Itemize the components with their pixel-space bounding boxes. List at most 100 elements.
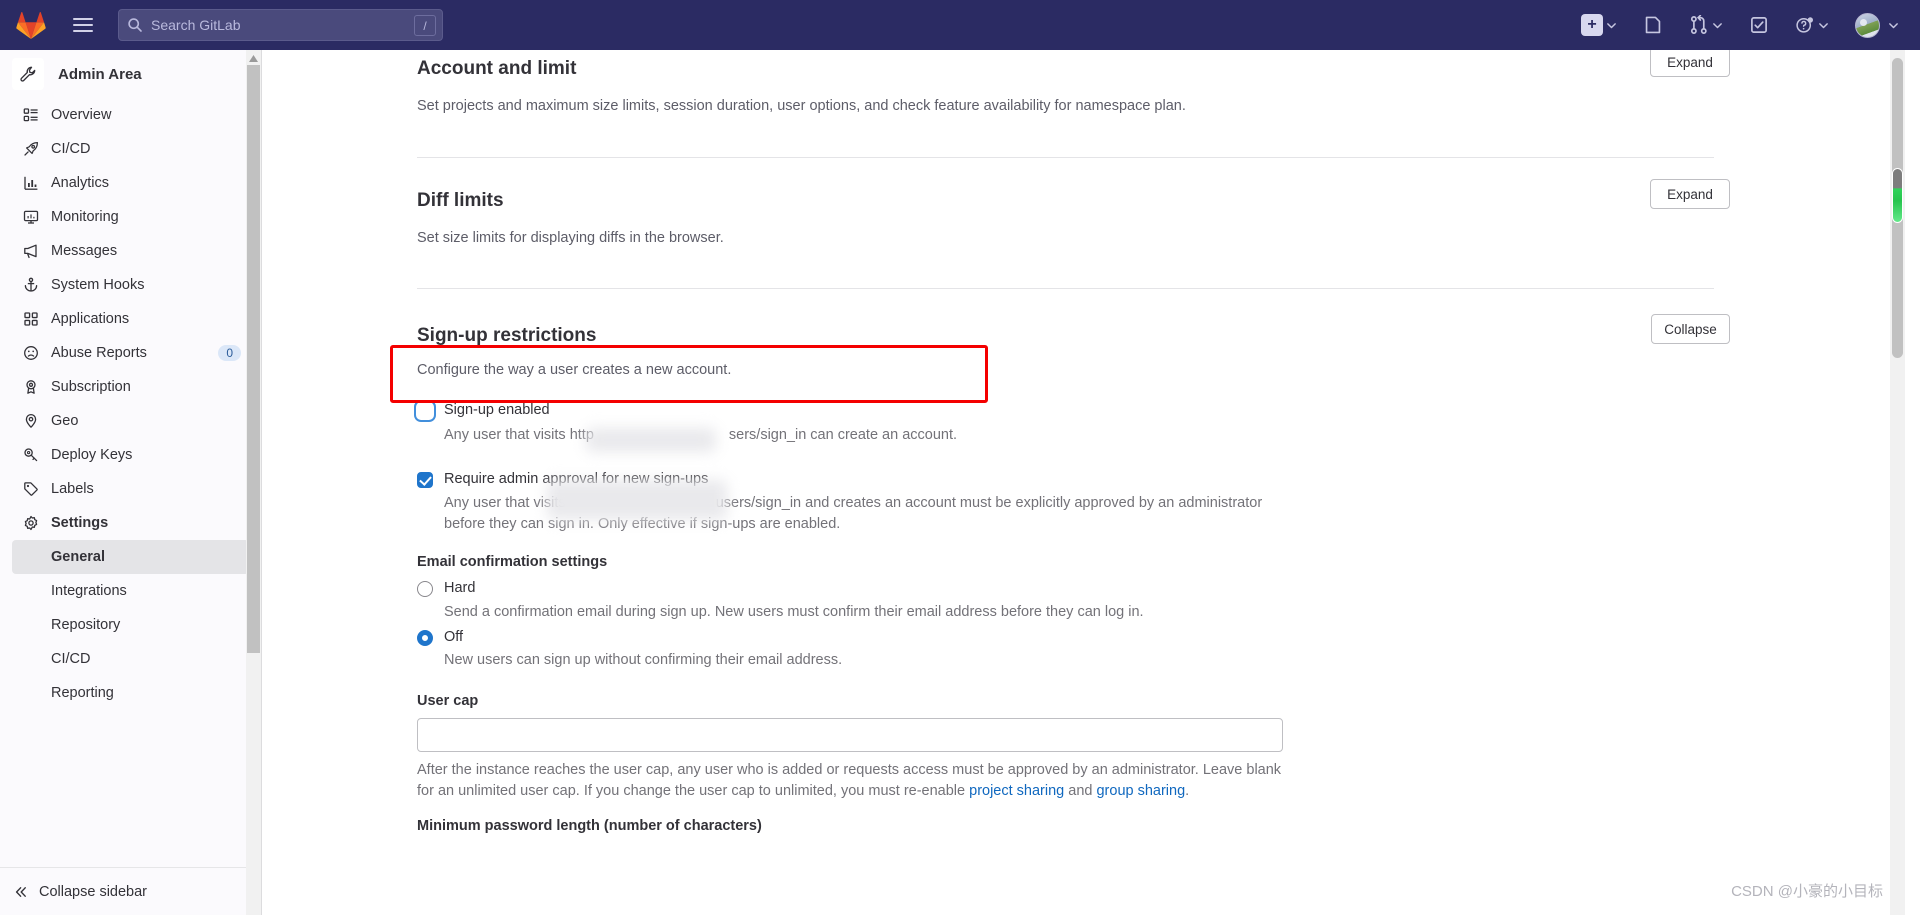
sidebar-item-overview[interactable]: Overview (12, 98, 249, 132)
sidebar-item-label: Overview (51, 107, 112, 123)
question-circle-icon (1796, 17, 1813, 33)
sidebar-item-system-hooks[interactable]: System Hooks (12, 268, 249, 302)
expand-button-diff-limits[interactable]: Expand (1650, 179, 1730, 209)
gitlab-logo[interactable] (0, 11, 62, 39)
admin-approval-checkbox[interactable] (417, 471, 433, 488)
issues-button[interactable] (1638, 8, 1668, 42)
email-confirmation-hard-label: Hard (444, 580, 476, 597)
sidebar-item-label: Applications (51, 311, 130, 327)
project-sharing-link[interactable]: project sharing (969, 783, 1064, 799)
sidebar-subitem-label: Reporting (51, 685, 114, 701)
sidebar-item-deploy-keys[interactable]: Deploy Keys (12, 438, 249, 472)
sidebar-item-label: Geo (51, 413, 79, 429)
sidebar-subitem-label: General (51, 549, 105, 565)
sidebar-item-label: Deploy Keys (51, 447, 133, 463)
min-password-length-label: Minimum password length (number of chara… (417, 818, 762, 835)
help-button[interactable] (1790, 8, 1834, 42)
admin-approval-help: Any user that visits users/sign_in and cr… (444, 493, 1262, 514)
admin-approval-row[interactable]: Require admin approval for new sign-ups … (417, 470, 1869, 536)
main-menu-toggle[interactable] (62, 0, 104, 50)
section-description: Set projects and maximum size limits, se… (417, 98, 1186, 114)
email-confirmation-radio-off[interactable] (417, 629, 433, 646)
sidebar-item-abuse-reports[interactable]: Abuse Reports 0 (12, 336, 249, 370)
collapse-sidebar-label: Collapse sidebar (39, 883, 148, 900)
main-scrollbar-track[interactable] (1890, 50, 1905, 915)
email-confirmation-radio-hard[interactable] (417, 581, 433, 598)
sidebar-item-label: Abuse Reports (51, 345, 147, 361)
sidebar-subitem-general[interactable]: General (12, 540, 249, 574)
sidebar-header[interactable]: Admin Area (0, 50, 261, 98)
sidebar-scrollbar-thumb[interactable] (247, 65, 260, 653)
sidebar-item-analytics[interactable]: Analytics (12, 166, 249, 200)
group-sharing-link[interactable]: group sharing (1096, 783, 1185, 799)
chart-icon (23, 175, 39, 191)
sidebar-items: Overview CI/CD Analytics Monitoring Mess… (0, 98, 261, 710)
sidebar-item-cicd[interactable]: CI/CD (12, 132, 249, 166)
sidebar-item-label: Analytics (51, 175, 110, 191)
search-input[interactable]: Search GitLab / (118, 9, 443, 41)
sidebar-item-label: Labels (51, 481, 94, 497)
user-cap-help-line2-b: and (1064, 783, 1097, 800)
user-menu-button[interactable] (1850, 8, 1904, 42)
frown-icon (23, 345, 39, 361)
email-confirmation-off-label: Off (444, 628, 464, 645)
sidebar-subitem-reporting[interactable]: Reporting (12, 676, 249, 710)
chevron-down-icon (1889, 22, 1898, 28)
main-scrollbar-thumb[interactable] (1892, 168, 1903, 223)
email-confirmation-off-help: New users can sign up without confirming… (444, 652, 843, 669)
merge-requests-button[interactable] (1684, 8, 1728, 42)
sidebar-scroll-up-arrow[interactable] (246, 52, 261, 64)
collapse-button-signup-restrictions[interactable]: Collapse (1651, 314, 1730, 344)
expand-button-account-and-limit[interactable]: Expand (1650, 50, 1730, 77)
abuse-reports-count-badge: 0 (218, 345, 241, 361)
sidebar-item-labels[interactable]: Labels (12, 472, 249, 506)
sidebar-subitem-label: Integrations (51, 583, 127, 599)
rocket-icon (23, 141, 39, 157)
signup-enabled-help: Any user that visits http sers/sign_in ca… (444, 425, 957, 446)
admin-approval-help-line2: before they can sign in. Only effective … (444, 516, 841, 533)
sidebar-item-geo[interactable]: Geo (12, 404, 249, 438)
anchor-icon (23, 277, 39, 293)
email-confirmation-option-off[interactable]: Off New users can sign up without confir… (417, 628, 1869, 672)
sidebar-item-applications[interactable]: Applications (12, 302, 249, 336)
admin-sidebar: Admin Area Overview CI/CD Analytics Moni… (0, 50, 262, 915)
todo-checkbox-icon (1751, 17, 1767, 33)
sidebar-item-label: System Hooks (51, 277, 145, 293)
sidebar-item-messages[interactable]: Messages (12, 234, 249, 268)
user-cap-input[interactable] (417, 718, 1283, 753)
user-cap-help: After the instance reaches the user cap,… (417, 760, 1297, 802)
user-cap-help-line1: After the instance reaches the user cap,… (417, 762, 1243, 779)
monitor-icon (23, 209, 39, 225)
signup-enabled-checkbox[interactable] (414, 400, 436, 422)
location-icon (23, 413, 39, 429)
sidebar-subitem-integrations[interactable]: Integrations (12, 574, 249, 608)
email-confirmation-legend: Email confirmation settings (417, 554, 608, 571)
section-description: Configure the way a user creates a new a… (417, 362, 732, 378)
sidebar-item-monitoring[interactable]: Monitoring (12, 200, 249, 234)
create-new-button[interactable]: + (1576, 8, 1622, 42)
search-shortcut-key: / (414, 15, 436, 36)
applications-icon (23, 311, 39, 327)
user-cap-help-line2-c: . (1185, 783, 1190, 800)
watermark: CSDN @小豪的小目标 (1731, 883, 1883, 900)
license-icon (23, 379, 39, 395)
admin-approval-help-after: users/sign_in and creates an account mus… (715, 495, 1263, 512)
signup-enabled-label: Sign-up enabled (444, 402, 550, 418)
sidebar-item-settings[interactable]: Settings (12, 506, 249, 540)
section-diff-limits: Diff limits Expand Set size limits for d… (262, 158, 1905, 288)
sidebar-subitem-label: CI/CD (51, 651, 91, 667)
sidebar-scrollbar-track[interactable] (246, 50, 261, 915)
signup-enabled-help-before: Any user that visits http (444, 426, 594, 443)
sidebar-item-subscription[interactable]: Subscription (12, 370, 249, 404)
sidebar-subitem-cicd[interactable]: CI/CD (12, 642, 249, 676)
collapse-sidebar-button[interactable]: Collapse sidebar (0, 867, 261, 915)
sidebar-subitem-repository[interactable]: Repository (12, 608, 249, 642)
email-confirmation-option-hard[interactable]: Hard Send a confirmation email during si… (417, 579, 1869, 623)
chevron-down-icon (1819, 22, 1828, 28)
plus-square-icon: + (1581, 14, 1603, 36)
signup-enabled-row[interactable]: Sign-up enabled Any user that visits htt… (414, 400, 1869, 446)
todos-button[interactable] (1744, 8, 1774, 42)
sidebar-subitem-label: Repository (51, 617, 121, 633)
email-confirmation-hard-help: Send a confirmation email during sign up… (444, 603, 1144, 620)
key-icon (23, 447, 39, 463)
